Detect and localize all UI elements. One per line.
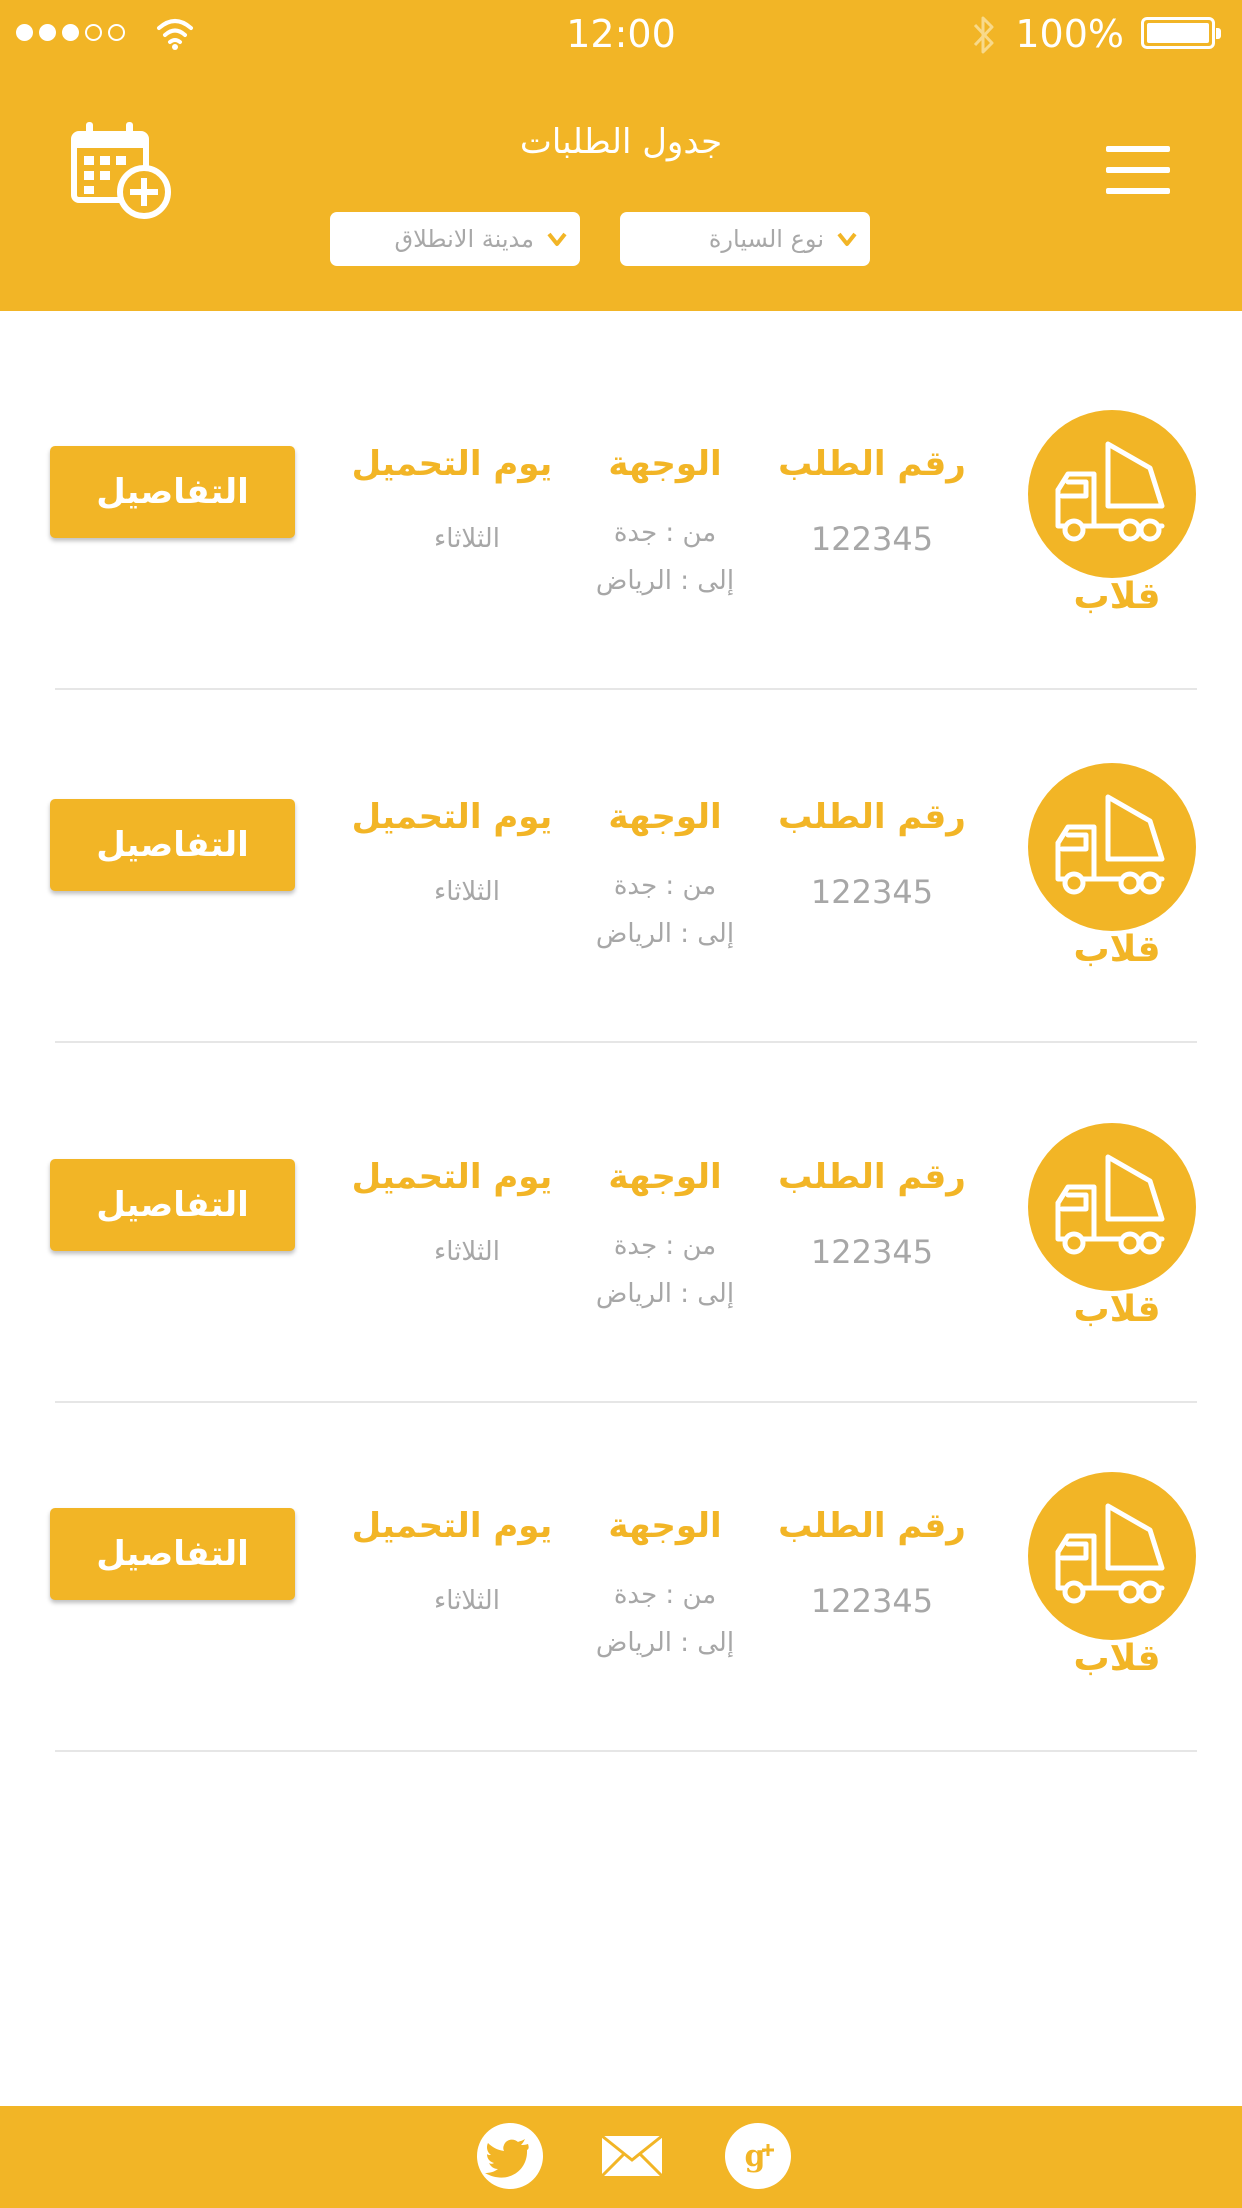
row-divider	[55, 1750, 1197, 1752]
order-row: قلاب رقم الطلب 122345 الوجهة من : جدة إل…	[0, 1472, 1242, 1722]
order-row: قلاب رقم الطلب 122345 الوجهة من : جدة إل…	[0, 410, 1242, 660]
details-button[interactable]: التفاصيل	[50, 799, 295, 891]
details-button[interactable]: التفاصيل	[50, 1159, 295, 1251]
vehicle-type-text: قلاب	[1073, 1289, 1161, 1330]
vehicle-badge	[1028, 763, 1196, 931]
order-row: قلاب رقم الطلب 122345 الوجهة من : جدة إل…	[0, 1123, 1242, 1373]
dump-truck-icon	[1055, 1154, 1165, 1255]
twitter-icon[interactable]	[476, 2122, 544, 2190]
loading-day-label: يوم التحميل	[351, 1506, 553, 1546]
destination-from: من : جدة	[613, 518, 717, 548]
chevron-down-icon	[837, 232, 857, 246]
order-number: 122345	[810, 520, 934, 558]
destination-from: من : جدة	[613, 871, 717, 901]
google-plus-icon[interactable]: g	[724, 2122, 792, 2190]
social-footer: g	[0, 2106, 1242, 2208]
order-number-label: رقم الطلب	[778, 1157, 966, 1197]
vehicle-badge	[1028, 1472, 1196, 1640]
chevron-down-icon	[547, 232, 567, 246]
destination-to: إلى : الرياض	[595, 566, 735, 596]
destination-label: الوجهة	[608, 444, 722, 484]
details-button[interactable]: التفاصيل	[50, 446, 295, 538]
dump-truck-icon	[1055, 1503, 1165, 1604]
departure-city-label: مدينة الانطلاق	[394, 225, 534, 253]
bluetooth-icon	[973, 16, 994, 54]
page-title: جدول الطلبات	[519, 122, 723, 162]
dump-truck-icon	[1055, 794, 1165, 895]
destination-label: الوجهة	[608, 1506, 722, 1546]
svg-text:g: g	[745, 2139, 766, 2174]
row-divider	[55, 688, 1197, 690]
loading-day: الثلاثاء	[434, 1586, 500, 1616]
vehicle-type-text: قلاب	[1073, 1638, 1161, 1679]
order-number-label: رقم الطلب	[778, 797, 966, 837]
mail-icon[interactable]	[598, 2122, 666, 2190]
destination-from: من : جدة	[613, 1580, 717, 1610]
dump-truck-icon	[1055, 441, 1165, 542]
vehicle-type-select[interactable]: نوع السيارة	[620, 212, 870, 266]
destination-to: إلى : الرياض	[595, 1279, 735, 1309]
destination-from: من : جدة	[613, 1231, 717, 1261]
vehicle-type-label: نوع السيارة	[708, 225, 824, 253]
departure-city-select[interactable]: مدينة الانطلاق	[330, 212, 580, 266]
hamburger-menu-icon[interactable]	[1106, 146, 1170, 194]
vehicle-type-text: قلاب	[1073, 929, 1161, 970]
vehicle-badge	[1028, 410, 1196, 578]
row-divider	[55, 1401, 1197, 1403]
loading-day: الثلاثاء	[434, 877, 500, 907]
order-number: 122345	[810, 1233, 934, 1271]
battery-icon	[1141, 17, 1221, 49]
destination-label: الوجهة	[608, 797, 722, 837]
details-button[interactable]: التفاصيل	[50, 1508, 295, 1600]
order-number: 122345	[810, 873, 934, 911]
destination-to: إلى : الرياض	[595, 919, 735, 949]
order-number-label: رقم الطلب	[778, 444, 966, 484]
order-number: 122345	[810, 1582, 934, 1620]
row-divider	[55, 1041, 1197, 1043]
vehicle-type-text: قلاب	[1073, 576, 1161, 617]
battery-percentage: 100%	[1015, 12, 1124, 56]
status-bar: 12:00 100%	[0, 0, 1242, 70]
loading-day-label: يوم التحميل	[351, 797, 553, 837]
loading-day-label: يوم التحميل	[351, 444, 553, 484]
destination-to: إلى : الرياض	[595, 1628, 735, 1658]
order-number-label: رقم الطلب	[778, 1506, 966, 1546]
vehicle-badge	[1028, 1123, 1196, 1291]
destination-label: الوجهة	[608, 1157, 722, 1197]
loading-day: الثلاثاء	[434, 524, 500, 554]
order-row: قلاب رقم الطلب 122345 الوجهة من : جدة إل…	[0, 763, 1242, 1013]
loading-day-label: يوم التحميل	[351, 1157, 553, 1197]
loading-day: الثلاثاء	[434, 1237, 500, 1267]
app-header: 12:00 100% جدول الطلبات نوع السيارة مدين…	[0, 0, 1242, 311]
